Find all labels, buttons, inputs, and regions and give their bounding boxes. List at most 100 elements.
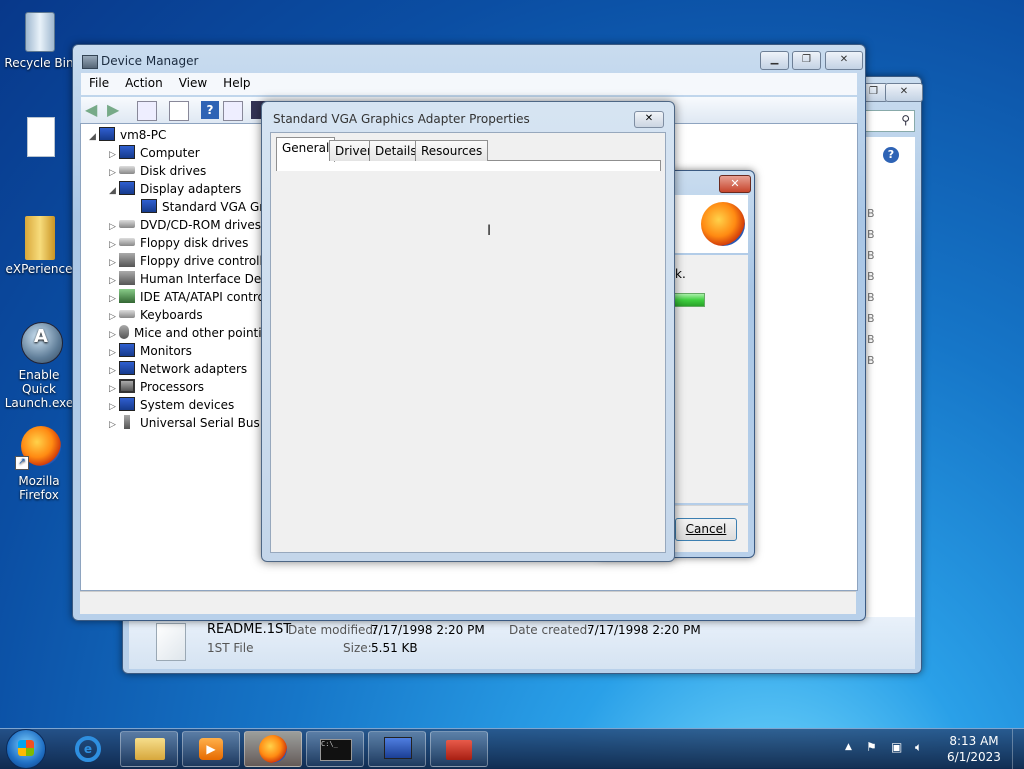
collapse-icon[interactable]: ◢ xyxy=(89,128,99,146)
help-icon[interactable]: ? xyxy=(883,147,899,163)
properties-close-button[interactable]: ✕ xyxy=(634,111,664,128)
view-icon[interactable] xyxy=(223,101,243,121)
close-icon: ✕ xyxy=(899,86,909,97)
back-icon[interactable]: ◀ xyxy=(85,101,103,119)
menu-file[interactable]: File xyxy=(81,73,117,93)
forward-icon[interactable]: ▶ xyxy=(107,101,125,119)
tree-item-dvd-cd-rom[interactable]: ▷ DVD/CD-ROM drives xyxy=(109,216,261,234)
display-adapter-icon xyxy=(119,181,135,195)
minimize-button[interactable]: ▁ xyxy=(760,51,789,70)
help-toolbar-icon[interactable]: ? xyxy=(201,101,219,119)
details-size-label: Size: xyxy=(343,641,372,655)
tree-item-monitors[interactable]: ▷ Monitors xyxy=(109,342,192,360)
system-device-icon xyxy=(119,397,135,411)
desktop-icon-blank-file[interactable] xyxy=(3,115,75,163)
clock-date: 6/1/2023 xyxy=(947,750,1001,764)
details-size: 5.51 KB xyxy=(371,641,418,655)
tree-item-ide-ata-atapi[interactable]: ▷ IDE ATA/ATAPI contro xyxy=(109,288,265,306)
usb-icon xyxy=(124,415,130,429)
display-adapter-icon xyxy=(141,199,157,213)
tree-item-standard-vga[interactable]: Standard VGA Grap xyxy=(141,198,279,216)
cancel-button[interactable]: Cancel xyxy=(675,518,737,541)
computer-icon xyxy=(119,145,135,159)
taskbar-device-manager[interactable] xyxy=(368,731,426,767)
menu-view[interactable]: View xyxy=(171,73,215,93)
expand-icon[interactable]: ▷ xyxy=(109,416,119,434)
desktop-icon-enable-quick-launch[interactable]: A Enable Quick Launch.exe xyxy=(3,320,75,410)
tree-item-mice[interactable]: ▷ Mice and other pointin xyxy=(109,324,269,342)
tree-item-system-devices[interactable]: ▷ System devices xyxy=(109,396,234,414)
folder-icon xyxy=(19,214,59,260)
command-prompt-icon: C:\_ xyxy=(320,739,352,761)
show-hidden-icons-button[interactable]: ▲ xyxy=(845,742,852,752)
folder-icon xyxy=(135,738,165,760)
desktop-icon-experience[interactable]: eXPerience xyxy=(3,214,75,276)
computer-icon xyxy=(99,127,115,141)
volume-muted-icon[interactable]: 🔈︎ xyxy=(915,740,922,755)
keyboard-icon xyxy=(119,310,135,318)
explorer-close-button[interactable]: ✕ xyxy=(885,83,923,102)
tree-root-label: vm8-PC xyxy=(120,128,167,142)
status-bar xyxy=(80,591,856,614)
taskbar-toolbox[interactable] xyxy=(430,731,488,767)
taskbar-command-prompt[interactable]: C:\_ xyxy=(306,731,364,767)
file-thumbnail-icon xyxy=(156,623,186,661)
network-icon[interactable]: ▣ xyxy=(891,740,902,754)
show-hide-console-tree-icon[interactable] xyxy=(137,101,157,121)
tree-item-disk-drives[interactable]: ▷ Disk drives xyxy=(109,162,206,180)
media-player-icon: ▶ xyxy=(199,738,223,760)
tree-item-human-interface-devices[interactable]: ▷ Human Interface Devic xyxy=(109,270,278,288)
desktop-icon-label: Enable Quick Launch.exe xyxy=(4,368,74,410)
processor-icon xyxy=(119,379,135,393)
tree-item-computer[interactable]: ▷ Computer xyxy=(109,144,200,162)
properties-dialog[interactable]: Standard VGA Graphics Adapter Properties… xyxy=(261,101,675,562)
properties-dialog-title: Standard VGA Graphics Adapter Properties xyxy=(273,112,530,126)
tree-item-floppy-drive-controllers[interactable]: ▷ Floppy drive controller xyxy=(109,252,275,270)
clock[interactable]: 8:13 AM 6/1/2023 xyxy=(944,733,1004,765)
firefox-dialog-close-button[interactable]: ✕ xyxy=(719,175,751,193)
taskbar-explorer[interactable] xyxy=(120,731,178,767)
disk-drive-icon xyxy=(119,166,135,174)
tab-general[interactable]: General xyxy=(276,137,336,162)
details-date-modified: 7/17/1998 2:20 PM xyxy=(371,623,485,637)
desktop-icon-label: Mozilla Firefox xyxy=(18,474,60,502)
network-adapter-icon xyxy=(119,361,135,375)
tree-item-processors[interactable]: ▷ Processors xyxy=(109,378,204,396)
floppy-controller-icon xyxy=(119,253,135,267)
desktop-icon-label: eXPerience xyxy=(5,262,73,276)
taskbar-firefox[interactable] xyxy=(244,731,302,767)
explorer-search-box[interactable]: ⚲ xyxy=(865,110,915,132)
tree-item-network-adapters[interactable]: ▷ Network adapters xyxy=(109,360,247,378)
properties-icon[interactable] xyxy=(169,101,189,121)
tree-item-floppy-disk-drives[interactable]: ▷ Floppy disk drives xyxy=(109,234,248,252)
tree-item-keyboards[interactable]: ▷ Keyboards xyxy=(109,306,203,324)
action-center-flag-icon[interactable]: ⚑ xyxy=(866,740,877,754)
desktop-icon-recycle-bin[interactable]: Recycle Bin xyxy=(3,8,75,70)
maximize-icon: ❐ xyxy=(802,54,811,65)
details-file-name: README.1ST xyxy=(207,622,292,637)
toolbox-icon xyxy=(446,740,472,760)
show-desktop-button[interactable] xyxy=(1012,729,1024,769)
firefox-icon: ↗ xyxy=(15,426,61,470)
ie-taskbar-icon[interactable]: e xyxy=(72,733,104,765)
file-icon xyxy=(19,115,59,159)
tree-item-display-adapters[interactable]: ◢ Display adapters xyxy=(109,180,241,198)
clock-time: 8:13 AM xyxy=(949,734,999,748)
start-button[interactable] xyxy=(6,729,46,769)
taskbar: e ▶ C:\_ ▲ ⚑ ▣ 🔈︎ 8:13 AM 6/1/2023 xyxy=(0,728,1024,769)
desktop-icon-mozilla-firefox[interactable]: ↗ Mozilla Firefox xyxy=(3,426,75,502)
tree-root[interactable]: ◢ vm8-PC xyxy=(89,126,166,144)
details-pane: README.1ST 1ST File Date modified: 7/17/… xyxy=(129,617,915,669)
floppy-drive-icon xyxy=(119,238,135,246)
size-column: B B B B B B B B xyxy=(867,207,875,367)
maximize-button[interactable]: ❐ xyxy=(792,51,821,70)
close-button[interactable]: ✕ xyxy=(825,51,863,70)
taskbar-media-player[interactable]: ▶ xyxy=(182,731,240,767)
collapse-icon[interactable]: ◢ xyxy=(109,182,119,200)
firefox-logo-icon xyxy=(701,202,745,246)
tab-resources[interactable]: Resources xyxy=(415,140,489,161)
tree-item-usb-controllers[interactable]: ▷ Universal Serial Bus co xyxy=(109,414,278,432)
minimize-icon: ▁ xyxy=(770,54,779,65)
menu-help[interactable]: Help xyxy=(215,73,258,93)
menu-action[interactable]: Action xyxy=(117,73,171,93)
